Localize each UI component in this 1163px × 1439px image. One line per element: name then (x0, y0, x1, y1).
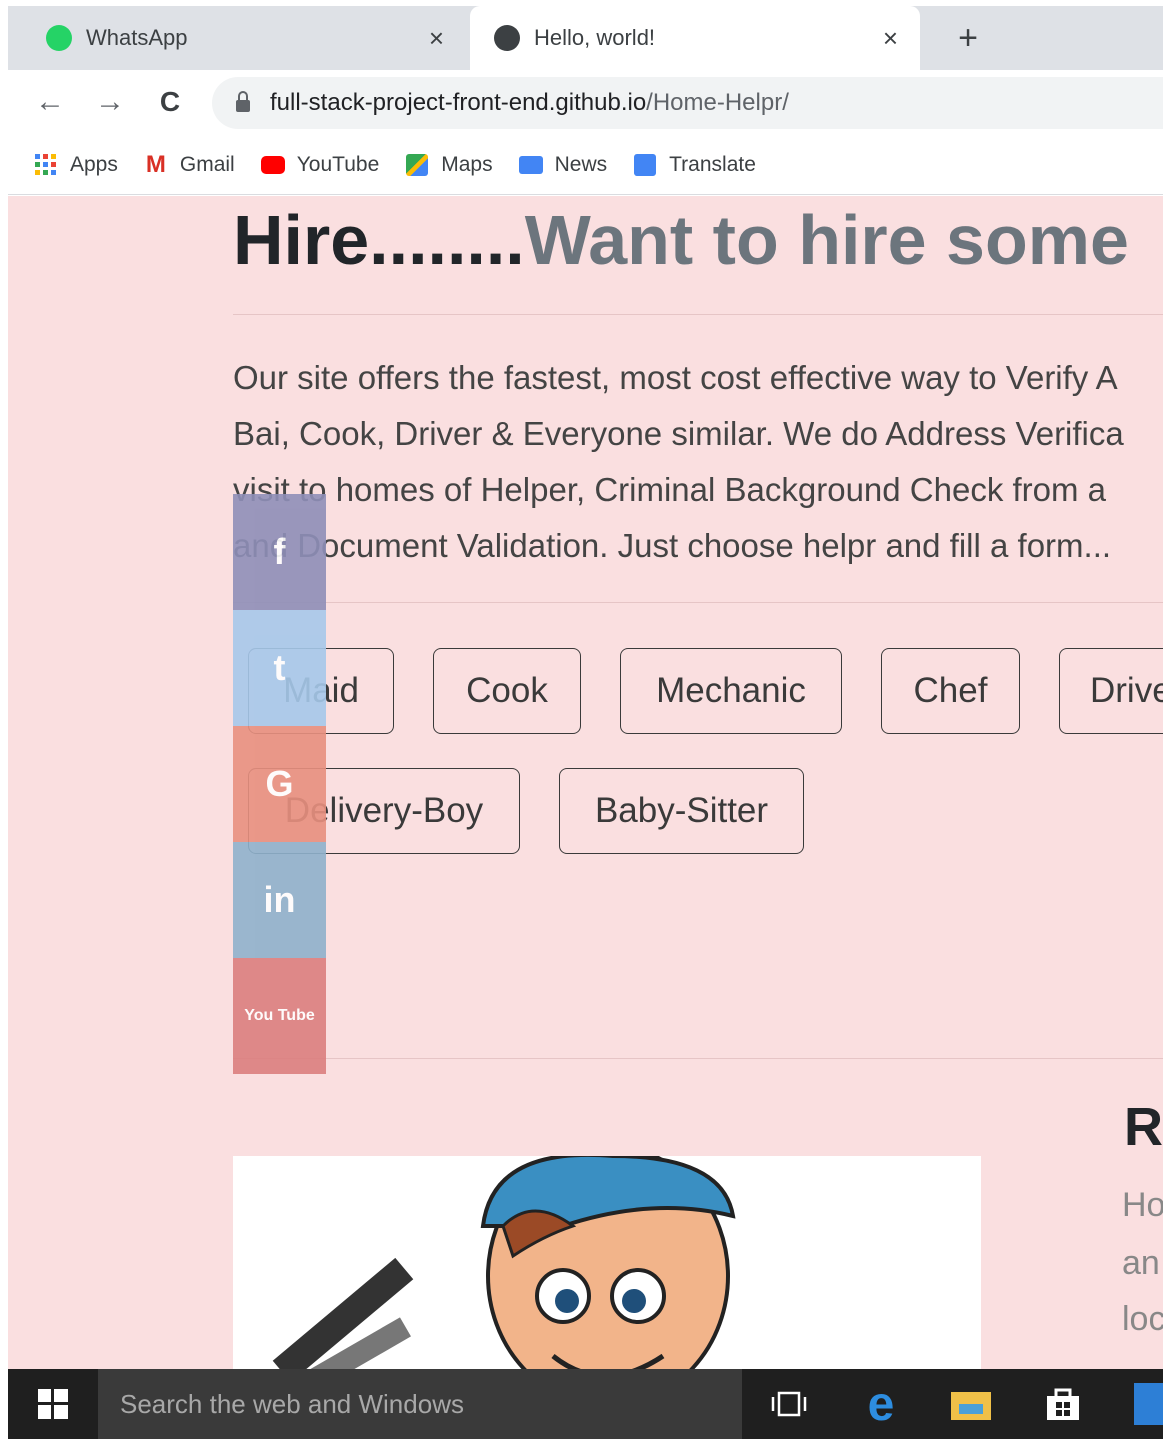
bookmark-news[interactable]: News (518, 153, 608, 177)
baby-sitter-button[interactable]: Baby-Sitter (559, 768, 804, 854)
browser-toolbar: ← → C full-stack-project-front-end.githu… (8, 70, 1163, 136)
tab-title: WhatsApp (86, 25, 188, 50)
divider (233, 602, 1163, 603)
search-placeholder: Search the web and Windows (120, 1388, 464, 1419)
back-button[interactable]: ← (30, 82, 70, 122)
bookmark-label: Apps (70, 153, 118, 176)
tab-strip: WhatsApp × Hello, world! × + (8, 6, 1163, 70)
comb-tool-illustration (272, 1257, 414, 1370)
bookmark-label: Maps (441, 153, 493, 176)
start-button[interactable] (8, 1369, 98, 1439)
windows-logo-icon (38, 1389, 68, 1419)
helper-illustration (233, 1156, 981, 1370)
tab-title: Hello, world! (534, 25, 656, 50)
reload-button[interactable]: C (150, 82, 190, 122)
news-icon (518, 153, 543, 177)
close-icon[interactable]: × (429, 23, 444, 54)
address-bar[interactable]: full-stack-project-front-end.github.io/H… (212, 77, 1163, 129)
google-icon[interactable]: G (233, 726, 326, 842)
windows-taskbar: Search the web and Windows e (8, 1369, 1163, 1439)
divider (233, 314, 1163, 315)
whatsapp-icon (46, 25, 72, 51)
section-title: R (1124, 1097, 1163, 1157)
gmail-icon: M (145, 151, 166, 178)
cartoon-face-illustration (480, 1156, 736, 1370)
bookmark-youtube[interactable]: YouTube (260, 153, 380, 177)
bookmark-label: News (554, 153, 608, 176)
tab-whatsapp[interactable]: WhatsApp × (8, 6, 466, 70)
section-text: loc (1122, 1300, 1163, 1338)
bookmark-maps[interactable]: Maps (405, 153, 493, 177)
youtube-icon[interactable]: You Tube (233, 958, 326, 1074)
cook-button[interactable]: Cook (433, 648, 581, 734)
bookmarks-bar: Apps M Gmail YouTube Maps News Translate (8, 136, 1163, 195)
globe-icon (494, 25, 520, 51)
new-tab-button[interactable]: + (948, 6, 988, 70)
bookmark-label: Translate (669, 153, 756, 176)
linkedin-icon[interactable]: in (233, 842, 326, 958)
close-icon[interactable]: × (883, 23, 898, 54)
bookmark-label: Gmail (179, 153, 235, 176)
bookmark-label: YouTube (296, 153, 380, 176)
mechanic-button[interactable]: Mechanic (620, 648, 842, 734)
file-explorer-icon[interactable] (950, 1383, 992, 1425)
twitter-icon[interactable]: t (233, 610, 326, 726)
url-text: full-stack-project-front-end.github.io/H… (270, 89, 789, 116)
forward-button[interactable]: → (90, 82, 130, 122)
edge-icon[interactable]: e (860, 1378, 902, 1431)
divider (233, 1058, 1163, 1059)
bookmark-gmail[interactable]: M Gmail (144, 151, 235, 178)
page-title: Hire........Want to hire some (233, 201, 1129, 279)
lock-icon (236, 91, 250, 112)
apps-grid-icon (34, 153, 58, 177)
tab-hello-world[interactable]: Hello, world! × (470, 6, 920, 70)
page-content: Hire........Want to hire some Our site o… (8, 196, 1163, 1370)
lead-paragraph: Our site offers the fastest, most cost e… (233, 359, 1124, 564)
youtube-icon (260, 153, 285, 177)
maps-icon (405, 153, 429, 177)
section-text: Ho (1122, 1186, 1163, 1224)
store-icon[interactable] (1042, 1383, 1084, 1425)
chef-button[interactable]: Chef (881, 648, 1020, 734)
task-view-icon[interactable] (768, 1383, 810, 1425)
taskbar-search-box[interactable]: Search the web and Windows (98, 1369, 742, 1439)
driver-button[interactable]: Drive (1059, 648, 1163, 734)
section-text: an (1122, 1244, 1160, 1282)
mail-icon[interactable] (1134, 1383, 1163, 1425)
bookmark-translate[interactable]: Translate (633, 153, 756, 177)
bookmark-apps[interactable]: Apps (34, 153, 118, 177)
translate-icon (633, 153, 657, 177)
facebook-icon[interactable]: f (233, 494, 326, 610)
